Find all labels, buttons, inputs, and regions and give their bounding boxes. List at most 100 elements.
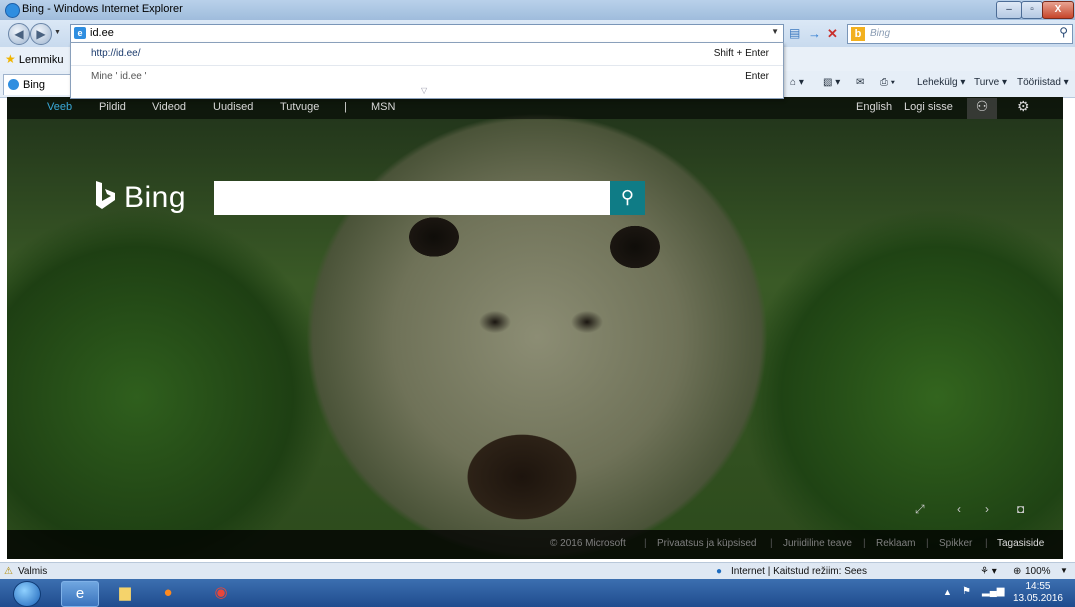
- footer-privacy[interactable]: Privaatsus ja küpsised: [657, 538, 757, 549]
- expand-icon[interactable]: ⤢: [915, 502, 925, 517]
- nav-separator: |: [344, 101, 347, 113]
- print-icon[interactable]: ⎙ ▾: [880, 77, 895, 88]
- stop-button[interactable]: ✕: [827, 27, 838, 40]
- page-icon: e: [74, 27, 86, 39]
- safety-menu[interactable]: Turve ▾: [974, 77, 1007, 88]
- nav-pildid[interactable]: Pildid: [99, 101, 126, 113]
- taskbar-explorer[interactable]: ▆: [107, 581, 143, 605]
- bing-footer: © 2016 Microsoft | Privaatsus ja küpsise…: [7, 530, 1063, 559]
- address-value[interactable]: id.ee: [90, 27, 114, 39]
- nav-veeb[interactable]: Veeb: [47, 101, 72, 113]
- home-icon[interactable]: ⌂ ▾: [790, 77, 804, 88]
- window-title: Bing - Windows Internet Explorer: [22, 3, 183, 15]
- volume-icon[interactable]: ◖: [1000, 585, 1007, 597]
- back-button[interactable]: ◀: [8, 23, 30, 45]
- feeds-icon[interactable]: ▧ ▾: [823, 77, 840, 88]
- restore-button[interactable]: ▫: [1021, 1, 1043, 19]
- status-text: Valmis: [18, 566, 48, 577]
- nav-login[interactable]: Logi sisse: [904, 101, 953, 113]
- bing-provider-icon: b: [851, 27, 865, 41]
- nav-videod[interactable]: Videod: [152, 101, 186, 113]
- clock[interactable]: 14:55 13.05.2016: [1013, 581, 1063, 605]
- bing-logo-text: Bing: [124, 181, 187, 214]
- autocomplete-item[interactable]: Mine ' id.ee ' Enter: [71, 66, 783, 88]
- taskbar-ie[interactable]: e: [61, 581, 99, 607]
- footer-sep: |: [644, 538, 647, 549]
- taskbar-firefox[interactable]: ●: [150, 581, 186, 605]
- go-button[interactable]: →: [808, 27, 821, 40]
- favorites-button[interactable]: ★ Lemmiku: [5, 52, 63, 66]
- search-icon[interactable]: ⚲: [1059, 25, 1068, 39]
- bing-b-icon: [96, 181, 115, 209]
- nav-uudised[interactable]: Uudised: [213, 101, 253, 113]
- chrome-icon: ◉: [214, 584, 228, 601]
- ie-icon: e: [75, 585, 85, 602]
- protected-mode-icon[interactable]: ⚘ ▾: [980, 566, 997, 577]
- footer-ads[interactable]: Reklaam: [876, 538, 915, 549]
- globe-icon: ●: [716, 566, 723, 577]
- footer-sep: |: [770, 538, 773, 549]
- chevron-down-icon[interactable]: ▽: [421, 86, 427, 95]
- bing-search-button[interactable]: ⚲: [610, 181, 645, 215]
- prev-image-icon[interactable]: ‹: [957, 502, 961, 516]
- address-autocomplete: http://id.ee/ Shift + Enter Mine ' id.ee…: [70, 42, 784, 99]
- next-image-icon[interactable]: ›: [985, 502, 989, 516]
- footer-sep: |: [985, 538, 988, 549]
- mail-icon[interactable]: ✉: [856, 77, 864, 88]
- search-placeholder: Bing: [870, 28, 891, 39]
- page-menu[interactable]: Lehekülg ▾: [917, 77, 965, 88]
- autocomplete-go: Mine ' id.ee ': [91, 71, 147, 82]
- bing-logo: Bing: [94, 177, 186, 215]
- footer-sep: |: [926, 538, 929, 549]
- zoom-level[interactable]: 100%: [1025, 566, 1051, 577]
- firefox-icon: ●: [163, 584, 173, 601]
- footer-feedback[interactable]: Tagasiside: [997, 538, 1044, 549]
- bing-top-nav: Veeb Pildid Videod Uudised Tutvuge | MSN…: [7, 97, 1063, 119]
- autocomplete-item[interactable]: http://id.ee/ Shift + Enter: [71, 43, 783, 66]
- ie-icon: [5, 3, 20, 18]
- back-arrow-icon: ◀: [14, 27, 24, 41]
- tray-flag-icon[interactable]: ⚑: [962, 586, 971, 597]
- taskbar-chrome[interactable]: ◉: [203, 581, 239, 605]
- compatibility-view-icon[interactable]: ▤: [789, 27, 800, 40]
- search-icon: ⚲: [620, 187, 635, 207]
- forward-arrow-icon: ▶: [36, 27, 46, 41]
- clock-time: 14:55: [1025, 581, 1051, 592]
- security-zone[interactable]: Internet | Kaitstud režiim: Sees: [731, 566, 867, 577]
- taskbar: e ▆ ● ◉ ▲ ⚑ ▂▄▆ ◖ 14:55 13.05.2016: [0, 579, 1075, 607]
- clock-date: 13.05.2016: [1012, 593, 1063, 604]
- close-button[interactable]: X: [1042, 1, 1074, 19]
- title-bar: Bing - Windows Internet Explorer – ▫ X: [0, 0, 1075, 20]
- start-button[interactable]: [13, 581, 41, 607]
- tab-label: Bing: [23, 79, 46, 91]
- bing-search-input[interactable]: [214, 181, 610, 215]
- background-image: [7, 97, 1063, 559]
- nav-english[interactable]: English: [856, 101, 892, 113]
- forward-button[interactable]: ▶: [30, 23, 52, 45]
- tray-arrow-icon[interactable]: ▲: [943, 587, 952, 597]
- zoom-dropdown-icon[interactable]: ▼: [1060, 566, 1068, 575]
- address-dropdown-icon[interactable]: ▼: [771, 27, 779, 36]
- footer-copyright: © 2016 Microsoft: [550, 538, 626, 549]
- tools-menu[interactable]: Tööriistad ▾: [1017, 77, 1069, 88]
- footer-legal[interactable]: Juriidiline teave: [783, 538, 852, 549]
- camera-icon[interactable]: ◘: [1017, 502, 1024, 516]
- status-bar: ⚠ Valmis ● Internet | Kaitstud režiim: S…: [0, 562, 1075, 580]
- history-dropdown-icon[interactable]: ▼: [54, 29, 61, 36]
- address-input[interactable]: e id.ee ▼: [70, 24, 784, 44]
- nav-tutvuge[interactable]: Tutvuge: [280, 101, 319, 113]
- gear-icon[interactable]: ⚙: [1017, 98, 1030, 115]
- minimize-button[interactable]: –: [996, 1, 1022, 19]
- warning-icon: ⚠: [4, 566, 13, 577]
- nav-msn[interactable]: MSN: [371, 101, 395, 113]
- folder-icon: ▆: [119, 584, 131, 601]
- footer-help[interactable]: Spikker: [939, 538, 972, 549]
- user-icon[interactable]: ⚇: [967, 98, 997, 119]
- zoom-icon: ⊕: [1013, 566, 1022, 577]
- tab-bing[interactable]: Bing: [3, 74, 73, 95]
- ie-tab-icon: [8, 79, 19, 90]
- footer-sep: |: [863, 538, 866, 549]
- search-box[interactable]: b Bing ⚲: [847, 24, 1073, 44]
- bing-page: Veeb Pildid Videod Uudised Tutvuge | MSN…: [7, 97, 1063, 559]
- autocomplete-url: http://id.ee/: [91, 48, 141, 59]
